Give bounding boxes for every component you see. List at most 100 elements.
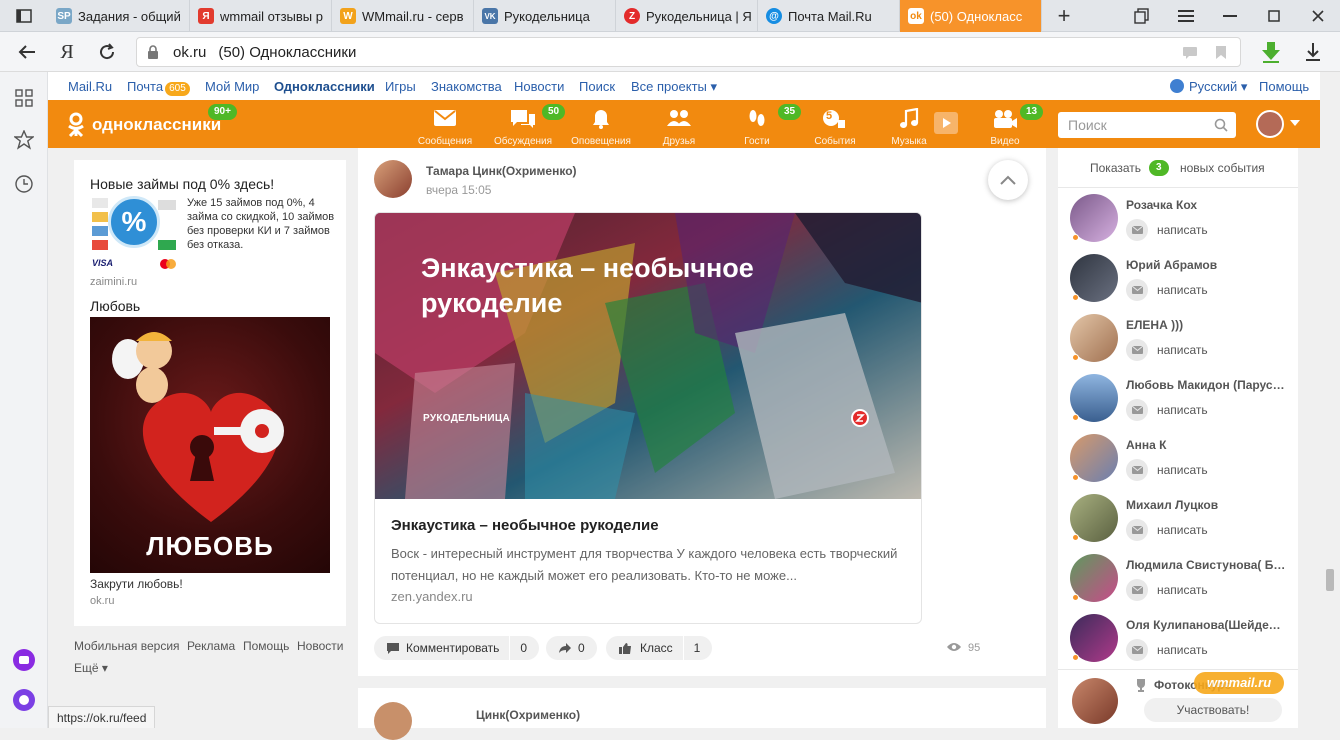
footer-more[interactable]: Ещё ▾	[74, 661, 108, 675]
nav-discussions[interactable]: Обсуждения 50	[488, 104, 566, 148]
search-input[interactable]: Поиск	[1058, 112, 1236, 138]
participate-button[interactable]: Участвовать!	[1144, 698, 1282, 722]
link-pochta[interactable]: Почта 605	[127, 79, 190, 96]
link-help[interactable]: Помощь	[1259, 79, 1309, 94]
link-poisk[interactable]: Поиск	[579, 79, 615, 94]
friend-name[interactable]: Оля Кулипанова(Шейдемирова)	[1126, 618, 1286, 632]
downloads-icon[interactable]	[1298, 38, 1328, 66]
reload-icon[interactable]	[92, 38, 122, 66]
write-message-button[interactable]: написать	[1126, 218, 1208, 242]
link-mailru[interactable]: Mail.Ru	[68, 79, 112, 94]
ok-logo[interactable]: одноклассники 90+	[52, 104, 250, 142]
back-arrow-icon[interactable]	[12, 38, 42, 66]
url-field[interactable]: ok.ru (50) Одноклассники	[136, 37, 1241, 67]
friend-item[interactable]: Михаил Луцков написать	[1058, 492, 1298, 552]
write-message-button[interactable]: написать	[1126, 518, 1208, 542]
star-icon[interactable]	[12, 128, 36, 152]
friend-item[interactable]: Любовь Макидон (Парусова) написать	[1058, 372, 1298, 432]
write-message-button[interactable]: написать	[1126, 638, 1208, 662]
bookmarks-panel-icon[interactable]	[1120, 0, 1164, 32]
ad-text[interactable]: Уже 15 займов под 0%, 4 займа со скидкой…	[187, 196, 335, 252]
link-all-projects[interactable]: Все проекты ▾	[631, 79, 717, 95]
friend-name[interactable]: Любовь Макидон (Парусова)	[1126, 378, 1286, 392]
new-events-bar[interactable]: Показать 3 новых события	[1058, 148, 1298, 188]
link-znakomstva[interactable]: Знакомства	[431, 79, 502, 94]
author-avatar[interactable]	[374, 160, 412, 198]
friend-name[interactable]: ЕЛЕНА )))	[1126, 318, 1286, 332]
author-avatar[interactable]	[374, 702, 412, 740]
menu-icon[interactable]	[1164, 0, 1208, 32]
link-igry[interactable]: Игры	[385, 79, 416, 94]
friend-item[interactable]: Анна К написать	[1058, 432, 1298, 492]
footer-ads[interactable]: Реклама	[187, 639, 235, 653]
friend-item[interactable]: ЕЛЕНА ))) написать	[1058, 312, 1298, 372]
new-tab-icon[interactable]: +	[1042, 0, 1086, 32]
friend-name[interactable]: Людмила Свистунова( Бессонова)	[1126, 558, 1286, 572]
article-card[interactable]: Энкаустика – необычное рукоделие РУКОДЕЛ…	[374, 212, 922, 624]
apps-grid-icon[interactable]	[12, 86, 36, 110]
friend-name[interactable]: Розачка Кох	[1126, 198, 1286, 212]
alice-voice-icon[interactable]	[12, 648, 36, 672]
share-button[interactable]: 0	[546, 636, 597, 660]
author-name[interactable]: Тамара Цинк(Охрименко)	[426, 164, 577, 178]
maximize-icon[interactable]	[1252, 0, 1296, 32]
footer-news[interactable]: Новости	[297, 639, 343, 653]
minimize-icon[interactable]	[1208, 0, 1252, 32]
write-message-button[interactable]: написать	[1126, 458, 1208, 482]
footer-help[interactable]: Помощь	[243, 639, 289, 653]
friend-item[interactable]: Людмила Свистунова( Бессонова) написать	[1058, 552, 1298, 612]
friend-item[interactable]: Розачка Кох написать	[1058, 192, 1298, 252]
music-play-icon[interactable]	[934, 112, 958, 134]
browser-tab[interactable]: Z Рукодельница | Я	[616, 0, 758, 32]
friend-item[interactable]: Оля Кулипанова(Шейдемирова) написать	[1058, 612, 1298, 672]
yandex-logo[interactable]: Я	[52, 38, 82, 66]
write-message-button[interactable]: написать	[1126, 278, 1208, 302]
link-novosti[interactable]: Новости	[514, 79, 564, 94]
ad-title[interactable]: Новые займы под 0% здесь!	[90, 176, 274, 192]
browser-tab[interactable]: Яwmmail отзывы р	[190, 0, 332, 32]
ad2-caption[interactable]: Закрути любовь!	[90, 577, 183, 591]
page-scrollbar[interactable]	[1320, 72, 1340, 728]
language-select[interactable]: Русский ▾	[1189, 79, 1247, 95]
nav-guests[interactable]: Гости 35	[722, 104, 802, 148]
article-source[interactable]: zen.yandex.ru	[391, 589, 473, 604]
bookmark-icon[interactable]	[1215, 45, 1227, 60]
reader-mode-icon[interactable]	[1183, 47, 1197, 59]
close-window-icon[interactable]	[1296, 0, 1340, 32]
ad2-title[interactable]: Любовь	[90, 298, 140, 314]
history-clock-icon[interactable]	[12, 172, 36, 196]
ad2-source[interactable]: ok.ru	[90, 595, 114, 607]
like-button[interactable]: Класс 1	[606, 636, 713, 660]
download-arrow-green-icon[interactable]	[1256, 38, 1286, 66]
nav-video[interactable]: Видео 13	[970, 104, 1044, 148]
nav-messages[interactable]: Сообщения	[410, 104, 480, 148]
link-odnoklassniki[interactable]: Одноклассники	[274, 79, 375, 94]
browser-tab[interactable]: @ Почта Mail.Ru	[758, 0, 900, 32]
sidebar-toggle-icon[interactable]	[0, 0, 48, 32]
friend-name[interactable]: Анна К	[1126, 438, 1286, 452]
browser-tab[interactable]: VK Рукодельница	[474, 0, 616, 32]
chevron-down-icon[interactable]	[1290, 120, 1300, 126]
nav-friends[interactable]: Друзья	[644, 104, 714, 148]
contest-avatar[interactable]	[1072, 678, 1118, 724]
browser-tab-active[interactable]: ok (50) Однокласс	[900, 0, 1042, 32]
nav-notifications[interactable]: Оповещения	[566, 104, 636, 148]
ad2-love-image[interactable]: ЛЮБОВЬ	[90, 317, 330, 573]
browser-tab[interactable]: SP Задания - общий	[48, 0, 190, 32]
nav-events[interactable]: 5 События	[800, 104, 870, 148]
friend-item[interactable]: Юрий Абрамов написать	[1058, 252, 1298, 312]
alice-assistant-icon[interactable]	[12, 688, 36, 712]
write-message-button[interactable]: написать	[1126, 338, 1208, 362]
friend-name[interactable]: Михаил Луцков	[1126, 498, 1286, 512]
footer-mobile-version[interactable]: Мобильная версия	[74, 639, 180, 653]
browser-tab[interactable]: W WMmail.ru - серв	[332, 0, 474, 32]
scroll-top-button[interactable]	[988, 160, 1028, 200]
link-moy-mir[interactable]: Мой Мир	[205, 79, 259, 94]
scrollbar-thumb[interactable]	[1326, 569, 1334, 591]
article-title[interactable]: Энкаустика – необычное рукоделие	[391, 517, 659, 534]
write-message-button[interactable]: написать	[1126, 398, 1208, 422]
write-message-button[interactable]: написать	[1126, 578, 1208, 602]
user-avatar[interactable]	[1256, 110, 1284, 138]
ad-loans-image[interactable]: % VISA	[90, 196, 180, 272]
friend-name[interactable]: Юрий Абрамов	[1126, 258, 1286, 272]
